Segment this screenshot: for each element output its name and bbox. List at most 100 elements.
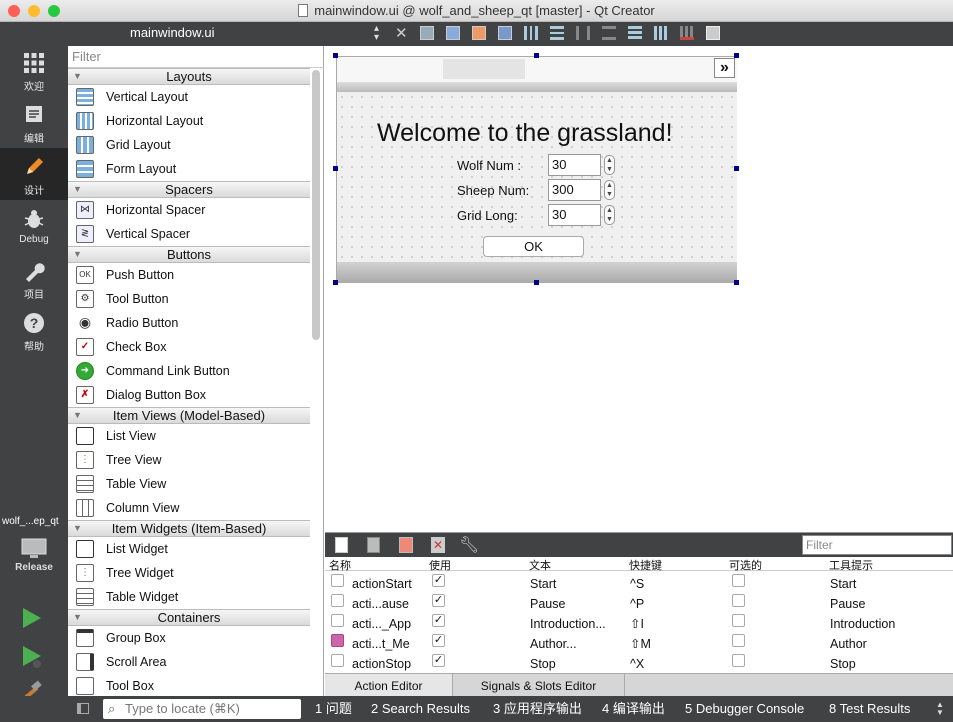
widget-list-widget[interactable]: List Widget xyxy=(68,537,310,561)
checkable-checkbox[interactable] xyxy=(732,614,745,627)
pane-compile-output[interactable]: 4 编译输出 xyxy=(602,700,665,718)
edit-signals-icon[interactable] xyxy=(446,26,460,40)
edit-buddies-icon[interactable] xyxy=(472,26,486,40)
used-checkbox[interactable]: ✓ xyxy=(432,614,445,627)
project-name[interactable]: wolf_...ep_qt xyxy=(2,516,59,527)
pane-application-output[interactable]: 3 应用程序输出 xyxy=(493,700,582,718)
layout-splitter-vertical-icon[interactable] xyxy=(602,26,616,40)
mode-projects[interactable]: 项目 xyxy=(0,252,68,304)
toggle-sidebar-icon[interactable] xyxy=(77,703,89,714)
category-layouts[interactable]: ▼ Layouts xyxy=(68,68,310,85)
pane-issues[interactable]: 1 问题 xyxy=(315,700,352,718)
checkable-checkbox[interactable] xyxy=(732,654,745,667)
widget-tool-box[interactable]: Tool Box xyxy=(68,674,310,696)
spinbox-arrows-icon[interactable]: ▲ ▼ xyxy=(604,155,615,175)
tab-action-editor[interactable]: Action Editor xyxy=(325,674,453,698)
open-file-name[interactable]: mainwindow.ui xyxy=(130,25,215,40)
checkable-checkbox[interactable] xyxy=(732,634,745,647)
pane-menu-arrows-icon[interactable]: ▲ ▼ xyxy=(936,701,944,717)
pane-debugger-console[interactable]: 5 Debugger Console xyxy=(685,700,804,718)
table-row[interactable]: acti...ause ✓ Pause ^P Pause xyxy=(325,594,953,614)
sheep-num-spinbox[interactable]: 300 xyxy=(548,179,601,201)
file-selector-arrows-icon[interactable]: ▴ ▾ xyxy=(374,24,379,43)
tab-signals-slots-editor[interactable]: Signals & Slots Editor xyxy=(453,674,625,698)
delete-action-icon[interactable]: ✕ xyxy=(431,537,445,553)
category-containers[interactable]: ▼ Containers xyxy=(68,609,310,626)
used-checkbox[interactable]: ✓ xyxy=(432,654,445,667)
resize-handle[interactable] xyxy=(333,53,338,58)
spinbox-arrows-icon[interactable]: ▲ ▼ xyxy=(604,205,615,225)
widget-check-box[interactable]: ✓ Check Box xyxy=(68,335,310,359)
checkable-checkbox[interactable] xyxy=(732,594,745,607)
spinbox-arrows-icon[interactable]: ▲ ▼ xyxy=(604,180,615,200)
widget-tree-widget[interactable]: ⋮ Tree Widget xyxy=(68,561,310,585)
widget-dialog-button-box[interactable]: ✗ Dialog Button Box xyxy=(68,383,310,407)
mode-edit[interactable]: 编辑 xyxy=(0,96,68,148)
category-spacers[interactable]: ▼ Spacers xyxy=(68,181,310,198)
column-header[interactable]: 可选的 xyxy=(729,557,762,573)
layout-splitter-horizontal-icon[interactable] xyxy=(576,26,590,40)
debug-run-button[interactable] xyxy=(20,644,44,670)
table-row[interactable]: actionStop ✓ Stop ^X Stop xyxy=(325,654,953,674)
mode-help[interactable]: ? 帮助 xyxy=(0,304,68,356)
column-header[interactable]: 快捷键 xyxy=(629,557,662,573)
overflow-chevron-icon[interactable]: » xyxy=(714,58,735,78)
widget-vertical-layout[interactable]: Vertical Layout xyxy=(68,85,310,109)
pane-test-results[interactable]: 8 Test Results xyxy=(829,700,910,718)
column-header[interactable]: 文本 xyxy=(529,557,551,573)
paste-action-icon[interactable] xyxy=(399,537,413,553)
mode-debug[interactable]: Debug xyxy=(0,200,68,252)
resize-handle[interactable] xyxy=(534,53,539,58)
copy-action-icon[interactable] xyxy=(367,537,380,553)
close-file-icon[interactable]: ✕ xyxy=(395,24,408,42)
widget-form-layout[interactable]: Form Layout xyxy=(68,157,310,181)
table-row[interactable]: acti...t_Me ✓ Author... ⇧M Author xyxy=(325,634,953,654)
widget-push-button[interactable]: OK Push Button xyxy=(68,263,310,287)
used-checkbox[interactable]: ✓ xyxy=(432,574,445,587)
widget-tree-view[interactable]: ⋮ Tree View xyxy=(68,448,310,472)
close-window-button[interactable] xyxy=(8,5,20,17)
wolf-num-label[interactable]: Wolf Num : xyxy=(457,158,521,173)
widget-vertical-spacer[interactable]: ≷ Vertical Spacer xyxy=(68,222,310,246)
layout-grid-icon[interactable] xyxy=(654,26,668,40)
welcome-label[interactable]: Welcome to the grassland! xyxy=(377,119,673,148)
widget-column-view[interactable]: Column View xyxy=(68,496,310,520)
action-filter-input[interactable]: Filter xyxy=(802,535,952,555)
pane-search-results[interactable]: 2 Search Results xyxy=(371,700,470,718)
widget-box-scrollbar[interactable] xyxy=(312,70,320,340)
maximize-window-button[interactable] xyxy=(48,5,60,17)
column-header[interactable]: 名称 xyxy=(329,557,351,573)
main-window-form[interactable]: » Welcome to the grassland! Wolf Num : 3… xyxy=(336,56,737,283)
run-button[interactable] xyxy=(20,606,44,630)
widget-command-link-button[interactable]: ➜ Command Link Button xyxy=(68,359,310,383)
table-row[interactable]: actionStart ✓ Start ^S Start xyxy=(325,574,953,594)
grid-long-spinbox[interactable]: 30 xyxy=(548,204,601,226)
wolf-num-spinbox[interactable]: 30 xyxy=(548,154,601,176)
widget-horizontal-layout[interactable]: Horizontal Layout xyxy=(68,109,310,133)
table-row[interactable]: acti..._App ✓ Introduction... ⇧I Introdu… xyxy=(325,614,953,634)
resize-handle[interactable] xyxy=(333,280,338,285)
form-editor-canvas[interactable]: » Welcome to the grassland! Wolf Num : 3… xyxy=(325,46,953,532)
mode-welcome[interactable]: 欢迎 xyxy=(0,44,68,96)
widget-grid-layout[interactable]: Grid Layout xyxy=(68,133,310,157)
sheep-num-label[interactable]: Sheep Num: xyxy=(457,183,529,198)
column-header[interactable]: 工具提示 xyxy=(829,557,873,573)
widget-scroll-area[interactable]: Scroll Area xyxy=(68,650,310,674)
grid-long-label[interactable]: Grid Long: xyxy=(457,208,518,223)
column-header[interactable]: 使用 xyxy=(429,557,451,573)
used-checkbox[interactable]: ✓ xyxy=(432,634,445,647)
ok-button[interactable]: OK xyxy=(483,236,584,257)
locator-input[interactable]: Type to locate (⌘K) xyxy=(103,699,301,719)
category-item-widgets[interactable]: ▼ Item Widgets (Item-Based) xyxy=(68,520,310,537)
minimize-window-button[interactable] xyxy=(28,5,40,17)
resize-handle[interactable] xyxy=(333,166,338,171)
used-checkbox[interactable]: ✓ xyxy=(432,594,445,607)
widget-filter-input[interactable]: Filter xyxy=(68,46,324,68)
resize-handle[interactable] xyxy=(534,280,539,285)
break-layout-icon[interactable] xyxy=(680,26,694,40)
widget-group-box[interactable]: Group Box xyxy=(68,626,310,650)
widget-list-view[interactable]: List View xyxy=(68,424,310,448)
edit-widgets-icon[interactable] xyxy=(420,26,434,40)
layout-vertical-icon[interactable] xyxy=(550,26,564,40)
resize-handle[interactable] xyxy=(734,53,739,58)
